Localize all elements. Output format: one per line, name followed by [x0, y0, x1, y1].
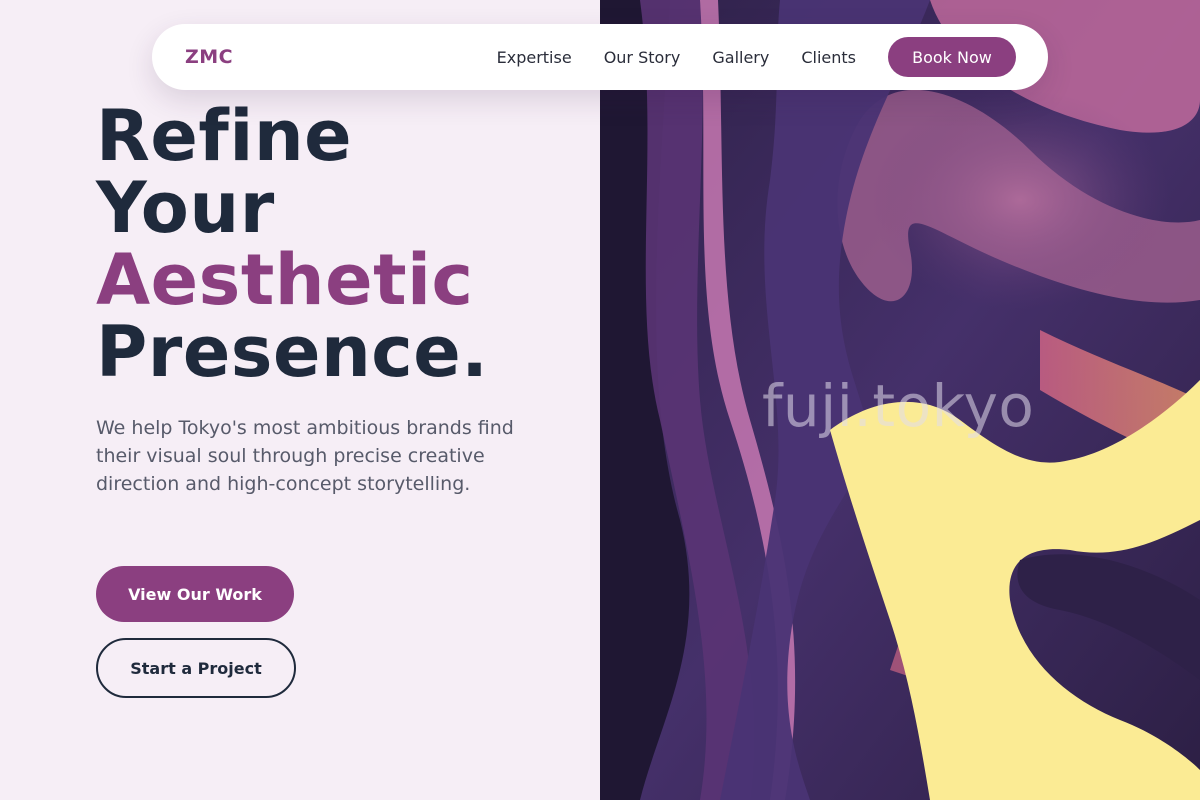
headline-line-2: Your	[96, 167, 275, 249]
nav-link-expertise[interactable]: Expertise	[497, 48, 572, 67]
watermark-text: fuji.tokyo	[762, 372, 1035, 440]
start-a-project-button[interactable]: Start a Project	[96, 638, 296, 698]
hero-headline: Refine Your Aesthetic Presence.	[96, 100, 488, 388]
headline-accent-word: Aesthetic	[96, 239, 474, 321]
book-now-button[interactable]: Book Now	[888, 37, 1016, 77]
nav-links: Expertise Our Story Gallery Clients Book…	[497, 37, 1016, 77]
brand-logo[interactable]: ZMC	[185, 46, 233, 68]
nav-link-clients[interactable]: Clients	[801, 48, 856, 67]
view-our-work-button[interactable]: View Our Work	[96, 566, 294, 622]
nav-link-gallery[interactable]: Gallery	[712, 48, 769, 67]
nav-link-our-story[interactable]: Our Story	[604, 48, 681, 67]
headline-line-4: Presence.	[96, 311, 489, 393]
top-navbar: ZMC Expertise Our Story Gallery Clients …	[152, 24, 1048, 90]
hero-description: We help Tokyo's most ambitious brands fi…	[96, 417, 514, 495]
landing-page: fuji.tokyo ZMC Expertise Our Story Galle…	[0, 0, 1200, 800]
headline-line-1: Refine	[96, 95, 353, 177]
